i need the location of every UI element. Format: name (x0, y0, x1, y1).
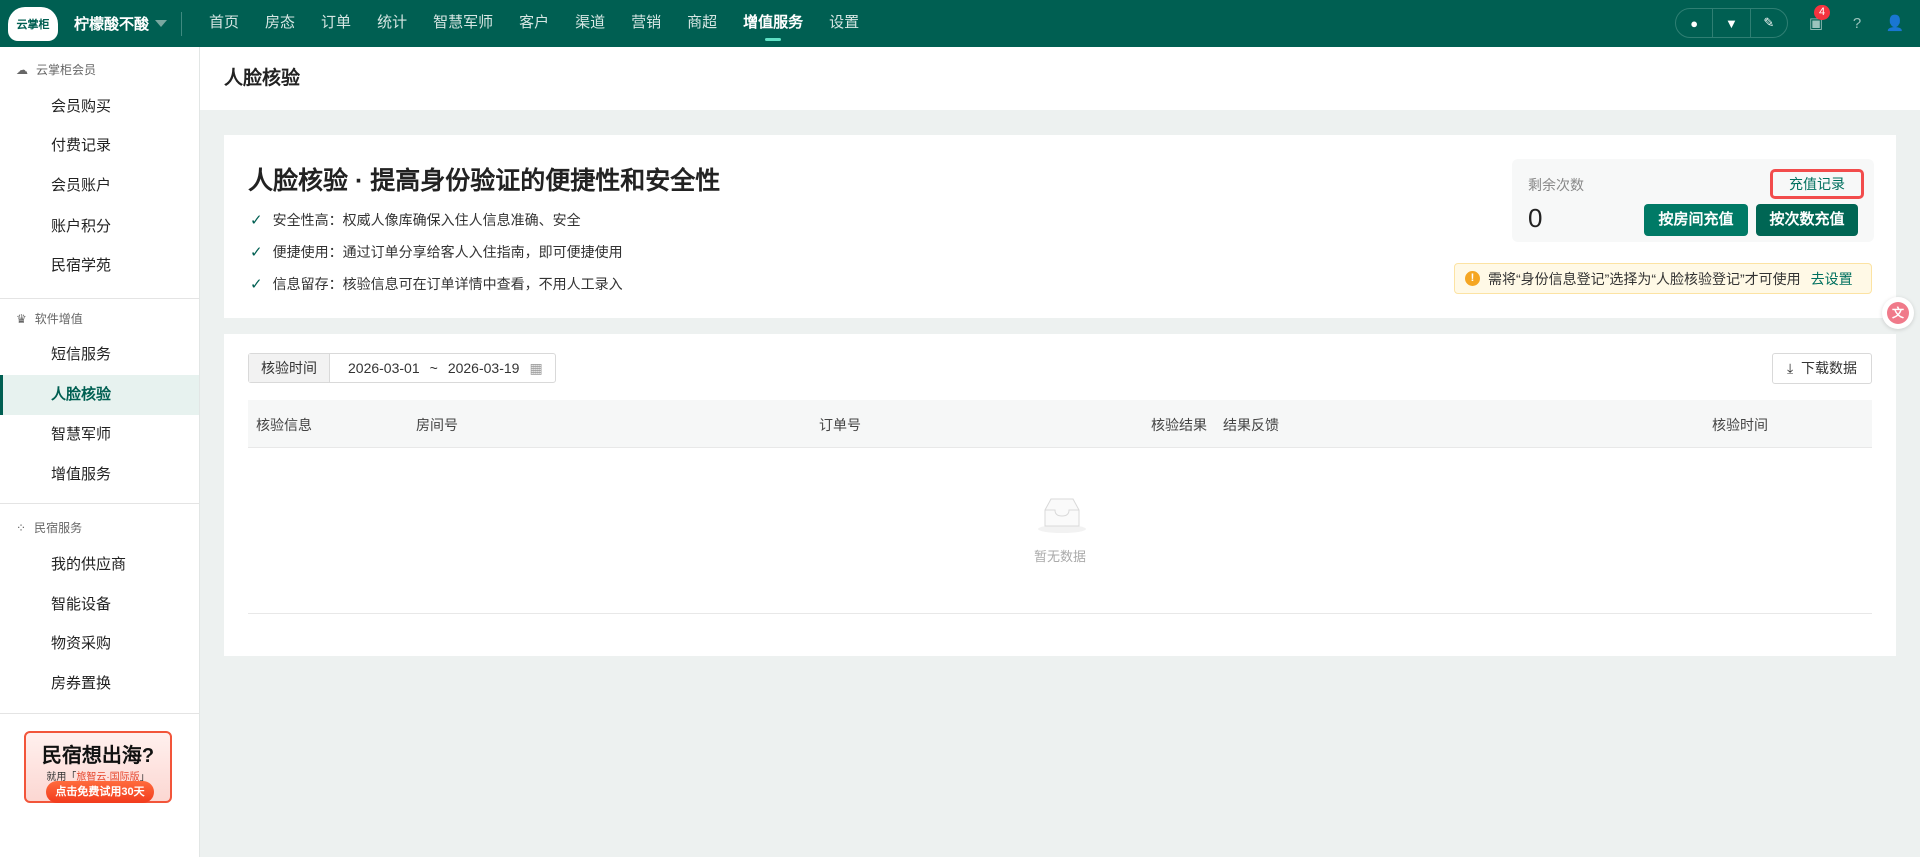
col-order: 订单号 (819, 417, 861, 433)
section-header-membership: ☁ 云掌柜会员 (16, 62, 97, 78)
top-navbar: 云掌柜 柠檬酸不酸 首页 房态 订单 统计 智慧军师 客户 渠道 营销 商超 增… (0, 0, 1920, 47)
nav-marketing[interactable]: 营销 (618, 0, 674, 47)
help-icon[interactable]: ? (1847, 13, 1867, 33)
translate-icon: 文 (1887, 302, 1909, 324)
nav-mall[interactable]: 商超 (674, 0, 730, 47)
col-verify-info: 核验信息 (256, 417, 312, 433)
translate-float-button[interactable]: 文 (1882, 297, 1914, 329)
promo-banner[interactable]: 民宿想出海? 就用「旅智云·国际版」 点击免费试用30天 (24, 731, 172, 803)
divider (0, 503, 199, 504)
banner-title: 民宿想出海? (41, 745, 155, 767)
recharge-records-link[interactable]: 充值记录 (1770, 169, 1864, 199)
tool-group: ● ▼ ✎ (1675, 8, 1788, 38)
feature-item: ✓ 安全性高：权威人像库确保入住人信息准确、安全 (250, 212, 581, 229)
sidebar-item-academy[interactable]: 民宿学苑 (0, 246, 199, 286)
col-room: 房间号 (416, 417, 458, 433)
intro-heading: 人脸核验 · 提高身份验证的便捷性和安全性 (248, 167, 721, 195)
balance-panel: 剩余次数 0 充值记录 按房间充值 按次数充值 (1512, 159, 1874, 242)
nav-customers[interactable]: 客户 (506, 0, 562, 47)
section-header-software: ♛ 软件增值 (16, 311, 83, 327)
sidebar-item-points[interactable]: 账户积分 (0, 207, 199, 247)
balance-value: 0 (1528, 203, 1543, 233)
sidebar-item-value-added[interactable]: 增值服务 (0, 455, 199, 495)
banner-cta[interactable]: 点击免费试用30天 (46, 781, 154, 803)
app-icon[interactable]: ▼ (1713, 9, 1751, 37)
divider (0, 713, 199, 714)
download-button[interactable]: ⤓ 下载数据 (1772, 353, 1872, 384)
divider (181, 11, 183, 36)
user-icon[interactable]: 👤 (1885, 13, 1905, 33)
nav-advisor[interactable]: 智慧军师 (420, 0, 506, 47)
intro-card: 人脸核验 · 提高身份验证的便捷性和安全性 ✓ 安全性高：权威人像库确保入住人信息… (224, 135, 1896, 318)
balance-label: 剩余次数 (1528, 177, 1584, 193)
go-settings-link[interactable]: 去设置 (1811, 269, 1853, 289)
app-logo[interactable]: 云掌柜 (8, 6, 58, 41)
sidebar-item-face-verify[interactable]: 人脸核验 (0, 375, 199, 415)
page-title: 人脸核验 (200, 47, 1920, 110)
nav-channels[interactable]: 渠道 (562, 0, 618, 47)
grid-icon: ⁘ (16, 520, 27, 535)
empty-inbox-icon (1038, 498, 1086, 533)
caret-down-icon (155, 20, 168, 27)
sidebar-item-member-account[interactable]: 会员账户 (0, 166, 199, 206)
sidebar-item-sms[interactable]: 短信服务 (0, 335, 199, 375)
sidebar-item-advisor[interactable]: 智慧军师 (0, 415, 199, 455)
feature-item: ✓ 便捷使用：通过订单分享给客人入住指南，即可便捷使用 (250, 244, 623, 261)
table-header: 核验信息 房间号 订单号 核验结果 结果反馈 核验时间 (248, 400, 1872, 448)
sidebar: ☁ 云掌柜会员 会员购买 付费记录 会员账户 账户积分 民宿学苑 ♛ 软件增值 短信… (0, 47, 200, 857)
sidebar-item-buy-membership[interactable]: 会员购买 (0, 87, 199, 127)
sign-icon[interactable]: ✎ (1751, 9, 1787, 37)
main-nav: 首页 房态 订单 统计 智慧军师 客户 渠道 营销 商超 增值服务 设置 (196, 0, 872, 47)
sidebar-item-suppliers[interactable]: 我的供应商 (0, 545, 199, 585)
nav-stats[interactable]: 统计 (364, 0, 420, 47)
sidebar-item-payment-records[interactable]: 付费记录 (0, 126, 199, 166)
divider (0, 298, 199, 299)
check-icon: ✓ (250, 244, 263, 261)
robot-icon[interactable]: ● (1676, 9, 1714, 37)
date-range-input[interactable]: 2026-03-01 ~ 2026-03-19 ▦ (330, 354, 555, 382)
shop-switcher[interactable]: 柠檬酸不酸 (74, 13, 168, 34)
check-icon: ✓ (250, 276, 263, 293)
sidebar-item-voucher[interactable]: 房券置换 (0, 664, 199, 704)
nav-settings[interactable]: 设置 (816, 0, 872, 47)
crown-icon: ♛ (16, 311, 27, 326)
check-icon: ✓ (250, 212, 263, 229)
table-bottom-border (248, 613, 1872, 614)
filter-label: 核验时间 (249, 354, 330, 382)
recharge-by-room-button[interactable]: 按房间充值 (1644, 204, 1748, 236)
nav-room-status[interactable]: 房态 (252, 0, 308, 47)
section-header-services: ⁘ 民宿服务 (16, 520, 83, 536)
calendar-icon: ▦ (529, 360, 543, 376)
records-card: 核验时间 2026-03-01 ~ 2026-03-19 ▦ ⤓ 下载数据 核验… (224, 334, 1896, 656)
empty-text: 暂无数据 (1033, 549, 1086, 564)
warning-notice: ! 需将“身份信息登记”选择为“人脸核验登记”才可使用 去设置 (1454, 263, 1872, 294)
date-range-filter[interactable]: 核验时间 2026-03-01 ~ 2026-03-19 ▦ (248, 353, 556, 383)
col-result: 核验结果 (1151, 417, 1207, 433)
cloud-icon: ☁ (16, 62, 28, 77)
sidebar-item-purchasing[interactable]: 物资采购 (0, 624, 199, 664)
sidebar-item-devices[interactable]: 智能设备 (0, 585, 199, 625)
message-badge: 4 (1814, 5, 1831, 20)
nav-orders[interactable]: 订单 (308, 0, 364, 47)
shop-name: 柠檬酸不酸 (74, 16, 150, 33)
col-time: 核验时间 (1712, 417, 1768, 433)
nav-home[interactable]: 首页 (196, 0, 252, 47)
feature-item: ✓ 信息留存：核验信息可在订单详情中查看，不用人工录入 (250, 276, 623, 293)
download-icon: ⤓ (1787, 360, 1794, 376)
nav-value-added[interactable]: 增值服务 (730, 0, 816, 47)
recharge-by-count-button[interactable]: 按次数充值 (1756, 204, 1858, 236)
warning-icon: ! (1465, 271, 1480, 286)
col-feedback: 结果反馈 (1223, 417, 1279, 433)
